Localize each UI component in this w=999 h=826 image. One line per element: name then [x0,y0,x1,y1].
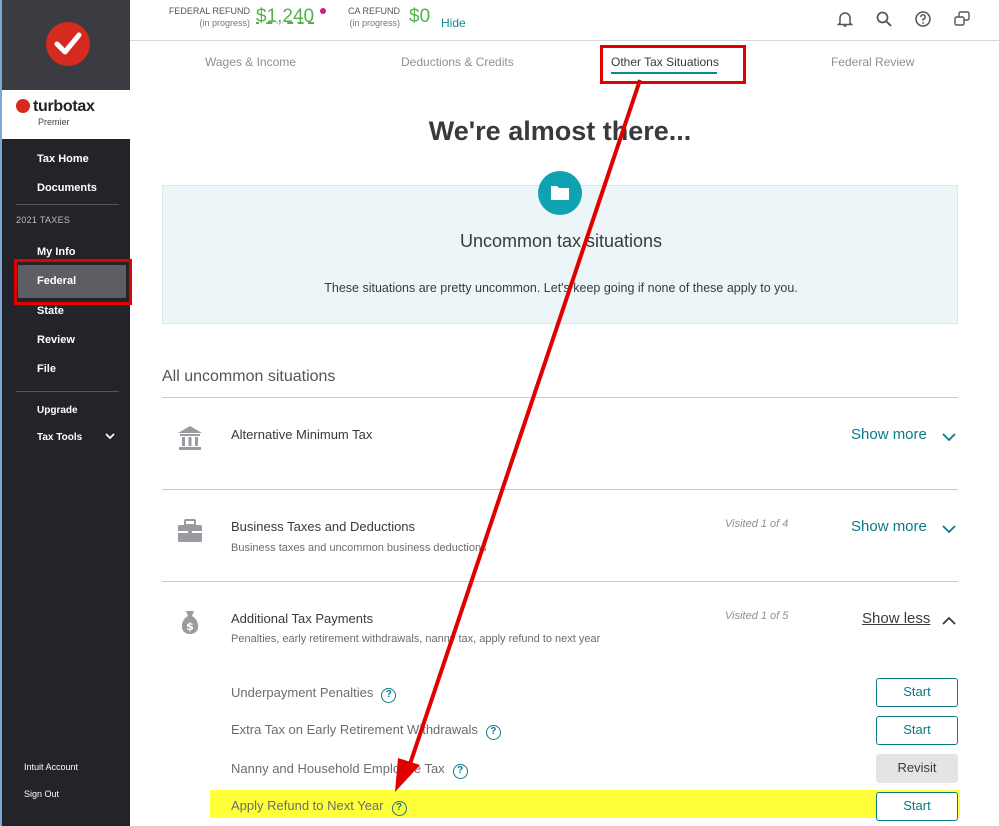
tab-deductions-credits[interactable]: Deductions & Credits [401,55,514,69]
show-more-link[interactable]: Show more [851,426,927,443]
federal-refund-status: (in progress) [199,18,250,28]
federal-refund-amount[interactable]: $1,240 [256,6,314,28]
start-button[interactable]: Start [876,716,958,745]
turbotax-window: turbotax Premier Tax Home Documents 2021… [0,0,999,826]
federal-refund-label: FEDERAL REFUND (in progress) [162,5,250,29]
sidebar-item-state[interactable]: State [37,305,64,317]
brand-name: turbotax [16,98,95,116]
ca-refund-label: CA REFUND (in progress) [338,5,400,29]
briefcase-icon [176,517,204,545]
sub-item-underpayment-penalties: Underpayment Penalties? [231,685,397,703]
chevron-down-icon[interactable] [942,521,956,534]
sidebar-item-sign-out[interactable]: Sign Out [24,789,59,799]
sidebar-item-tax-tools[interactable]: Tax Tools [37,432,82,443]
row-title-business-taxes: Business Taxes and Deductions [231,519,416,534]
sub-item-label: Extra Tax on Early Retirement Withdrawal… [231,722,478,737]
annotation-box-federal [14,259,132,305]
sub-item-nanny-tax: Nanny and Household Employee Tax? [231,761,468,779]
sidebar-item-upgrade[interactable]: Upgrade [37,405,78,416]
help-circle-icon[interactable]: ? [381,688,397,703]
bell-icon[interactable] [836,10,854,28]
sidebar-divider [16,391,119,392]
row-subtitle: Penalties, early retirement withdrawals,… [231,633,601,645]
sidebar-item-review[interactable]: Review [37,334,75,346]
sub-item-apply-refund: Apply Refund to Next Year? [231,798,407,816]
revisit-button[interactable]: Revisit [876,754,958,783]
logo-block [2,0,130,90]
brand-label: turbotax [33,98,95,115]
sidebar-item-file[interactable]: File [37,363,56,375]
sidebar-section-label: 2021 TAXES [16,215,71,225]
notification-dot-icon [320,8,326,14]
sidebar-item-documents[interactable]: Documents [37,182,97,194]
visited-count: Visited 1 of 4 [725,518,789,530]
chat-icon[interactable] [953,10,971,28]
tab-federal-review[interactable]: Federal Review [831,55,914,69]
chevron-down-icon[interactable] [105,432,115,443]
divider [162,397,958,398]
sub-item-label: Underpayment Penalties [231,685,374,700]
sub-item-early-retirement: Extra Tax on Early Retirement Withdrawal… [231,722,501,740]
help-circle-icon[interactable]: ? [485,725,501,740]
row-subtitle: Business taxes and uncommon business ded… [231,542,487,554]
chevron-down-icon[interactable] [942,429,956,442]
start-button[interactable]: Start [876,792,958,821]
info-card: Uncommon tax situations These situations… [162,171,958,324]
bank-building-icon [176,424,204,452]
tab-wages-income[interactable]: Wages & Income [205,55,296,69]
start-button[interactable]: Start [876,678,958,707]
divider [162,489,958,490]
visited-count: Visited 1 of 5 [725,610,789,622]
money-bag-icon: $ [176,608,204,636]
row-title-alternative-minimum-tax: Alternative Minimum Tax [231,427,373,442]
sidebar-item-tax-home[interactable]: Tax Home [37,153,89,165]
federal-refund-title: FEDERAL REFUND [168,6,250,16]
section-heading: All uncommon situations [162,368,336,385]
sidebar-item-my-info[interactable]: My Info [37,246,76,258]
row-title-additional-tax-payments: Additional Tax Payments [231,611,374,626]
ca-refund-amount[interactable]: $0 [409,6,430,28]
ca-refund-status: (in progress) [349,18,400,28]
show-more-link[interactable]: Show more [851,518,927,535]
brand-block: turbotax Premier [2,90,130,139]
sidebar-item-intuit-account[interactable]: Intuit Account [24,762,78,772]
svg-text:$: $ [186,620,194,633]
annotation-box-other-tax-situations [600,45,746,84]
help-icon[interactable] [914,10,932,28]
show-less-link[interactable]: Show less [862,610,930,627]
hide-refund-link[interactable]: Hide [441,16,466,30]
sidebar: turbotax Premier Tax Home Documents 2021… [0,0,132,826]
sidebar-divider [16,204,119,205]
chevron-up-icon[interactable] [942,613,956,625]
card-description: These situations are pretty uncommon. Le… [324,281,798,295]
brand-check-icon [16,99,30,113]
page-title: We're almost there... [428,116,692,146]
search-icon[interactable] [875,10,893,28]
divider [162,581,958,582]
refund-header: FEDERAL REFUND (in progress) $1,240 CA R… [130,0,999,41]
ca-refund-title: CA REFUND [347,6,400,16]
sub-item-label: Apply Refund to Next Year [231,798,384,813]
folder-icon [538,171,582,215]
help-circle-icon[interactable]: ? [452,764,468,779]
brand-edition: Premier [38,117,70,127]
card-title: Uncommon tax situations [459,231,663,251]
turbotax-check-icon[interactable] [46,22,90,66]
help-circle-icon[interactable]: ? [391,801,407,816]
sub-item-label: Nanny and Household Employee Tax [231,761,445,776]
